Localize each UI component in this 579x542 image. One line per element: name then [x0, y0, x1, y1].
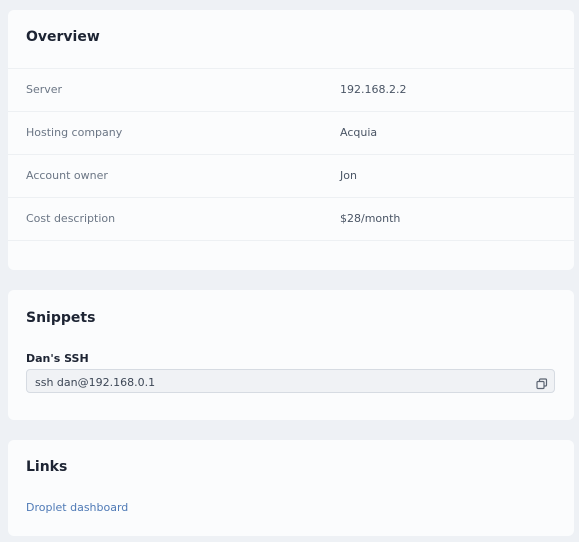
links-card: Links Droplet dashboard [8, 440, 574, 536]
row-label: Cost description [26, 212, 116, 225]
links-title: Links [26, 459, 68, 475]
overview-row-cost-description: Cost description $28/month [8, 198, 574, 241]
row-value: Jon [340, 169, 357, 182]
row-label: Server [26, 83, 63, 96]
row-label: Hosting company [26, 126, 123, 139]
overview-row-account-owner: Account owner Jon [8, 155, 574, 198]
snippet-label: Dan's SSH [26, 352, 89, 365]
copy-icon[interactable] [536, 375, 548, 390]
row-value: Acquia [340, 126, 378, 139]
row-value: 192.168.2.2 [340, 83, 407, 96]
overview-card: Overview Server 192.168.2.2 Hosting comp… [8, 10, 574, 270]
snippets-title: Snippets [26, 310, 96, 326]
overview-row-hosting-company: Hosting company Acquia [8, 112, 574, 155]
link-droplet-dashboard[interactable]: Droplet dashboard [26, 501, 128, 514]
snippet-field[interactable]: ssh dan@192.168.0.1 [26, 369, 555, 393]
row-label: Account owner [26, 169, 108, 182]
row-value: $28/month [340, 212, 401, 225]
overview-title: Overview [26, 29, 100, 45]
snippet-text[interactable]: ssh dan@192.168.0.1 [35, 376, 155, 389]
overview-row-server: Server 192.168.2.2 [8, 69, 574, 112]
snippets-card: Snippets Dan's SSH ssh dan@192.168.0.1 [8, 290, 574, 420]
